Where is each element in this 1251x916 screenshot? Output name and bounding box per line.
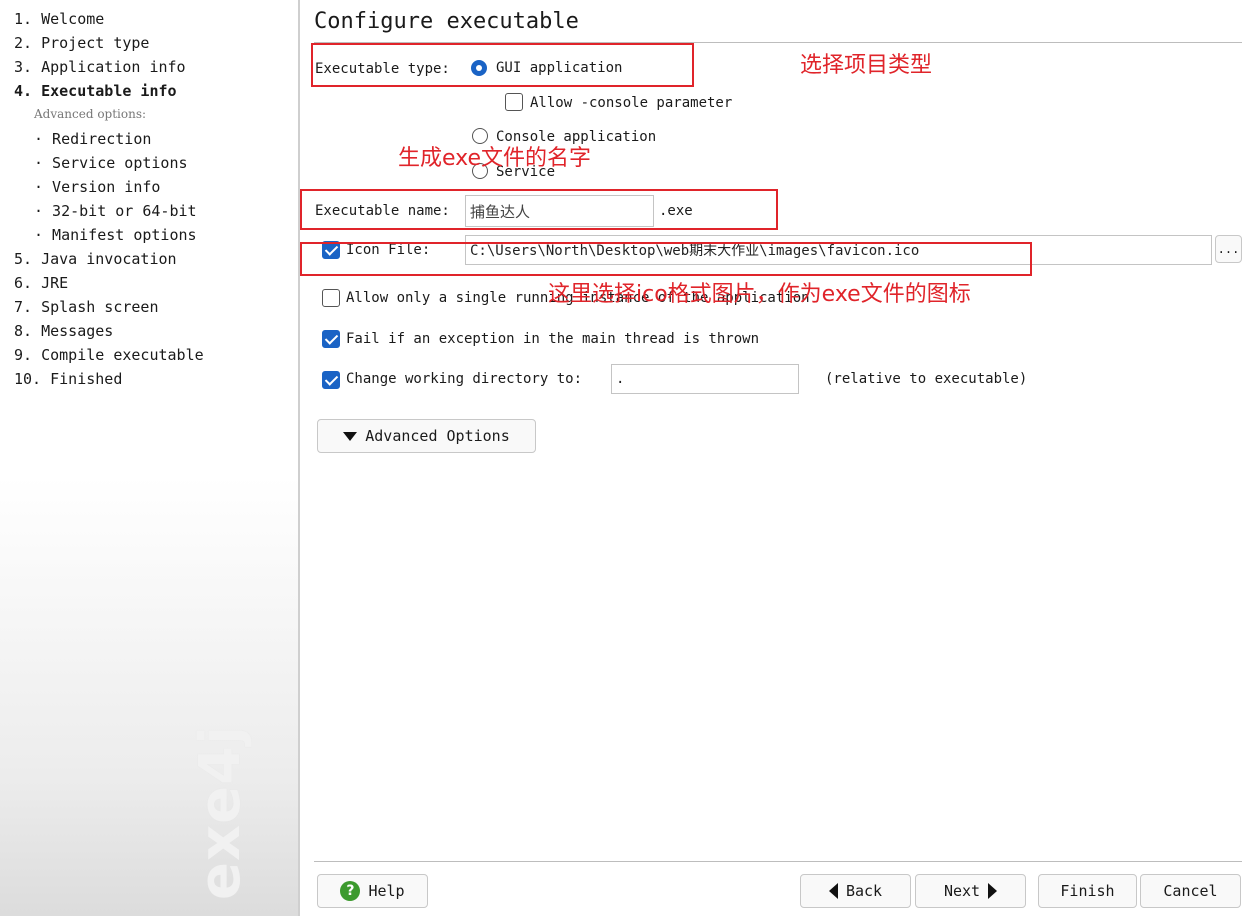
step-finished[interactable]: 10. Finished: [14, 370, 122, 388]
change-dir-checkbox[interactable]: [322, 371, 340, 389]
cancel-button[interactable]: Cancel: [1140, 874, 1241, 908]
annotation-box-executable-type: [311, 43, 694, 87]
help-icon: ?: [340, 881, 361, 901]
fail-exception-label[interactable]: Fail if an exception in the main thread …: [346, 331, 759, 347]
advanced-options-button-label: Advanced Options: [365, 427, 510, 445]
annotation-exe-name: 生成exe文件的名字: [398, 146, 592, 171]
finish-button[interactable]: Finish: [1038, 874, 1137, 908]
step-java-invocation[interactable]: 5. Java invocation: [14, 250, 177, 268]
annotation-select-type: 选择项目类型: [800, 53, 933, 78]
step-project-type[interactable]: 2. Project type: [14, 34, 149, 52]
advanced-options-label: Advanced options:: [34, 107, 147, 121]
step-service-options[interactable]: · Service options: [34, 154, 188, 172]
footer-divider: [314, 861, 1242, 862]
back-button-label: Back: [845, 882, 883, 900]
next-arrow-icon: [988, 883, 998, 899]
step-messages[interactable]: 8. Messages: [14, 322, 113, 340]
chevron-down-icon: [343, 431, 358, 441]
back-button[interactable]: Back: [800, 874, 911, 908]
step-compile-executable[interactable]: 9. Compile executable: [14, 346, 204, 364]
step-redirection[interactable]: · Redirection: [34, 130, 151, 148]
help-button[interactable]: ? Help: [317, 874, 428, 908]
cancel-button-label: Cancel: [1163, 882, 1218, 900]
next-button-label: Next: [943, 882, 981, 900]
step-application-info[interactable]: 3. Application info: [14, 58, 186, 76]
fail-exception-checkbox[interactable]: [322, 330, 340, 348]
allow-console-checkbox[interactable]: [505, 93, 523, 111]
step-manifest-options[interactable]: · Manifest options: [34, 226, 197, 244]
browse-icon-button[interactable]: ...: [1215, 235, 1242, 263]
wizard-steps-sidebar: 1. Welcome 2. Project type 3. Applicatio…: [0, 0, 300, 916]
step-version-info[interactable]: · Version info: [34, 178, 160, 196]
page-title: Configure executable: [314, 9, 579, 34]
allow-console-label[interactable]: Allow -console parameter: [530, 95, 732, 111]
advanced-options-button[interactable]: Advanced Options: [317, 419, 536, 453]
help-button-label: Help: [368, 882, 405, 900]
relative-note-label: (relative to executable): [825, 371, 1028, 387]
back-arrow-icon: [828, 883, 838, 899]
step-splash-screen[interactable]: 7. Splash screen: [14, 298, 159, 316]
change-dir-label[interactable]: Change working directory to:: [346, 371, 582, 387]
annotation-box-icon-file: [300, 242, 1032, 276]
single-instance-checkbox[interactable]: [322, 289, 340, 307]
annotation-box-executable-name: [300, 189, 778, 230]
annotation-icon-hint: 这里选择ico格式图片，作为exe文件的图标: [548, 282, 971, 307]
step-jre[interactable]: 6. JRE: [14, 274, 68, 292]
step-32-64-bit[interactable]: · 32-bit or 64-bit: [34, 202, 197, 220]
next-button[interactable]: Next: [915, 874, 1026, 908]
step-executable-info[interactable]: 4. Executable info: [14, 82, 177, 100]
working-directory-input[interactable]: .: [611, 364, 799, 394]
step-welcome[interactable]: 1. Welcome: [14, 10, 104, 28]
finish-button-label: Finish: [1060, 882, 1115, 900]
